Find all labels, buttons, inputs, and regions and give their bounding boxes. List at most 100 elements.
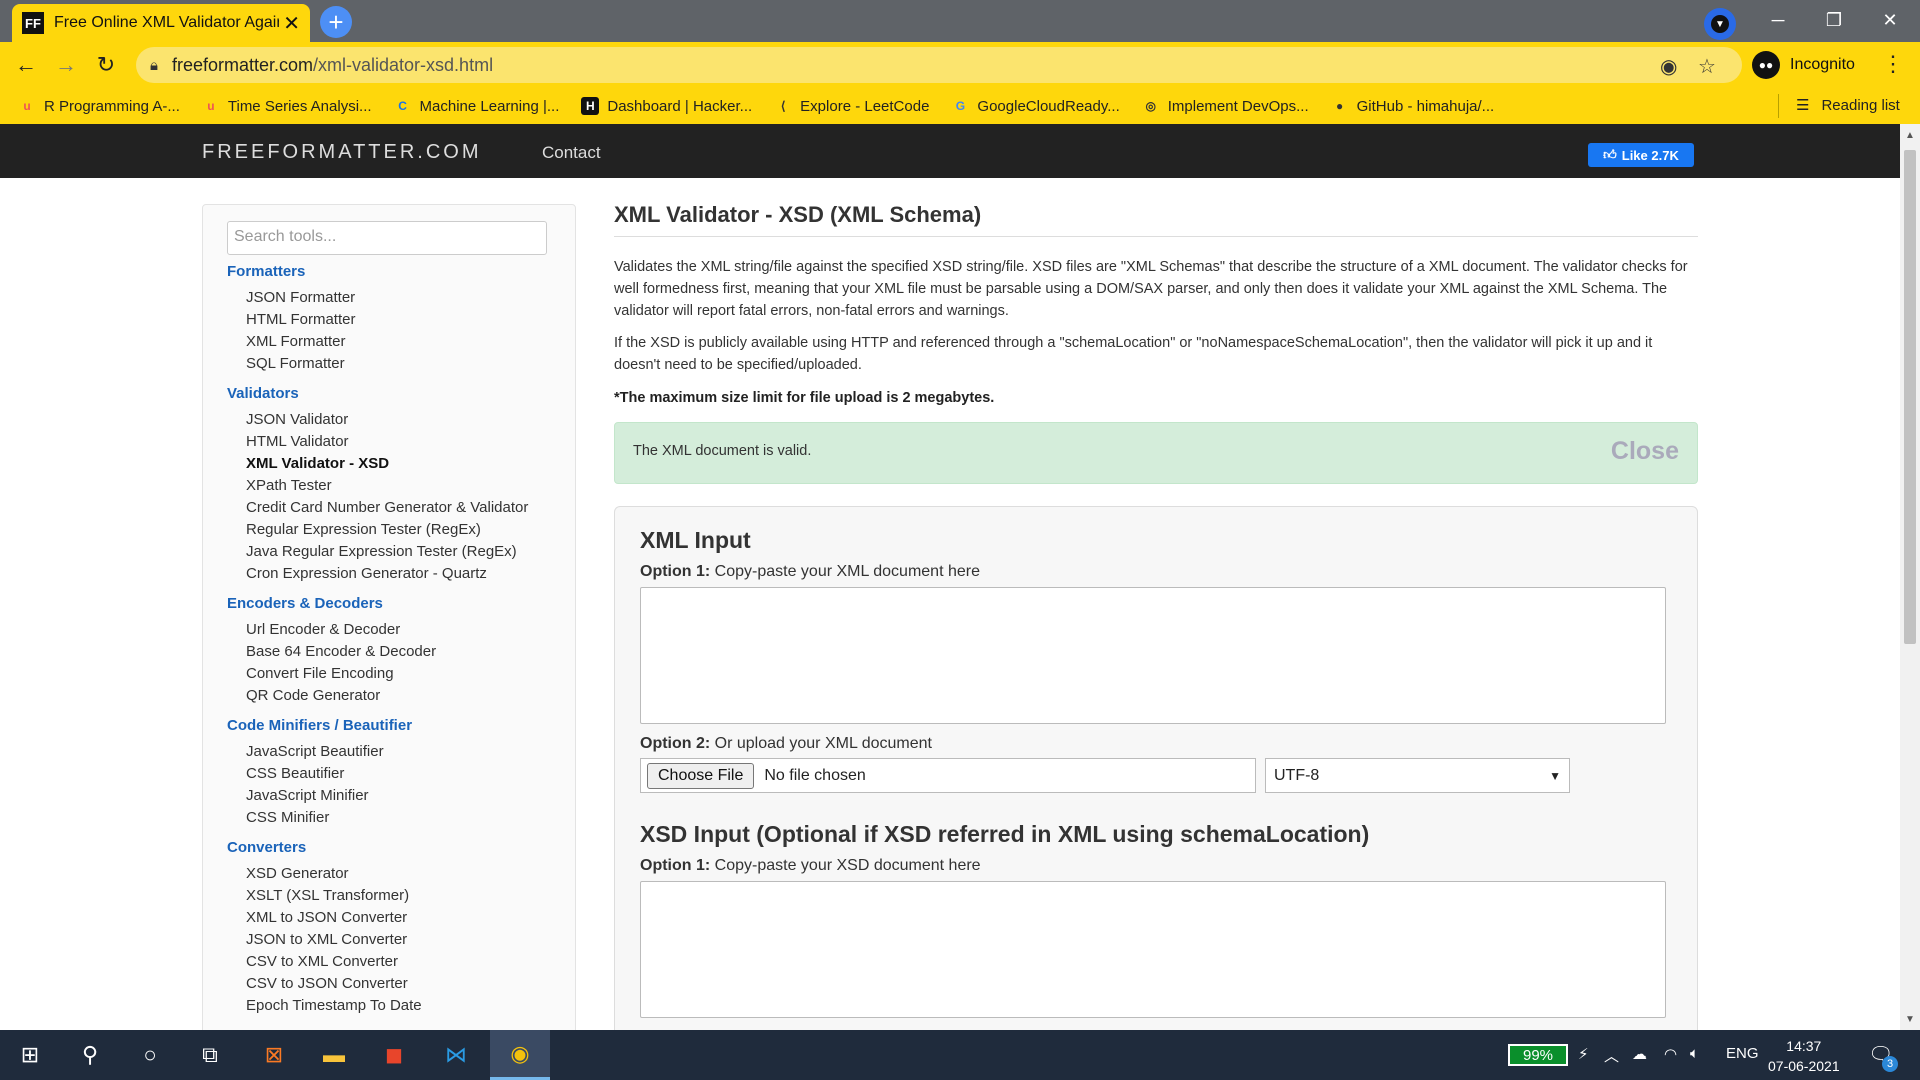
bookmark-item[interactable]: u Time Series Analysi...	[202, 97, 371, 115]
sidebar-item-link[interactable]: CSV to JSON Converter	[227, 973, 422, 995]
incognito-profile[interactable]: ●● Incognito	[1752, 47, 1855, 83]
tools-sidebar: Search tools... Formatters JSON Formatter…	[202, 204, 576, 1030]
notification-center-icon[interactable]: 🗨︎ 3	[1868, 1042, 1898, 1072]
sidebar-group-heading[interactable]: Formatters	[227, 263, 355, 283]
bookmark-item[interactable]: ⟨ Explore - LeetCode	[774, 97, 930, 115]
language-indicator[interactable]: ENG	[1726, 1045, 1759, 1062]
minimize-button[interactable]: ─	[1750, 0, 1806, 40]
xampp-app-icon[interactable]: ⊠	[244, 1030, 304, 1080]
sidebar-item-link[interactable]: Base 64 Encoder & Decoder	[227, 641, 436, 663]
lock-icon[interactable]: 🔒︎	[150, 57, 158, 74]
address-bar[interactable]: 🔒︎ freeformatter.com/xml-validator-xsd.h…	[136, 47, 1742, 83]
xml-input-textarea[interactable]	[640, 587, 1666, 724]
bookmark-label: R Programming A-...	[44, 97, 180, 115]
browser-toolbar: ← → ↻ 🔒︎ freeformatter.com/xml-validator…	[0, 42, 1920, 88]
sidebar-item-link[interactable]: XSD Generator	[227, 863, 422, 885]
sidebar-item-link[interactable]: HTML Formatter	[227, 309, 355, 331]
start-windows-icon[interactable]: ⊞	[0, 1030, 60, 1080]
file-explorer-icon[interactable]: ▬	[304, 1030, 364, 1080]
xsd-input-textarea[interactable]	[640, 881, 1666, 1018]
sidebar-item-link[interactable]: JSON to XML Converter	[227, 929, 422, 951]
vscode-icon[interactable]: ⋈	[426, 1030, 486, 1080]
choose-file-button[interactable]: Choose File	[647, 762, 755, 789]
url-text[interactable]: freeformatter.com/xml-validator-xsd.html	[172, 55, 493, 76]
bookmark-item[interactable]: ● GitHub - himahuja/...	[1331, 97, 1494, 115]
bookmark-item[interactable]: u R Programming A-...	[18, 97, 180, 115]
forward-arrow-icon[interactable]: →	[52, 51, 80, 79]
sidebar-item-link[interactable]: Cron Expression Generator - Quartz	[227, 563, 528, 585]
cortana-icon[interactable]: ○	[120, 1030, 180, 1080]
xml-file-upload: Choose File No file chosen	[640, 758, 1256, 793]
sidebar-item-link[interactable]: Epoch Timestamp To Date	[227, 995, 422, 1017]
restore-button[interactable]: ❐	[1806, 0, 1862, 40]
sidebar-item-link[interactable]: Url Encoder & Decoder	[227, 619, 436, 641]
search-tools-input[interactable]: Search tools...	[227, 221, 547, 255]
site-logo[interactable]: FREEFORMATTER.COM	[202, 141, 482, 164]
sidebar-item-link[interactable]: Regular Expression Tester (RegEx)	[227, 519, 528, 541]
bookmark-label: Dashboard | Hacker...	[607, 97, 753, 115]
tab-close-icon[interactable]: ✕	[283, 11, 300, 36]
sidebar-item-link[interactable]: Convert File Encoding	[227, 663, 436, 685]
window-close-button[interactable]: ✕	[1862, 0, 1918, 40]
sidebar-group-heading[interactable]: Encoders & Decoders	[227, 595, 436, 615]
sidebar-item-link[interactable]: HTML Validator	[227, 431, 528, 453]
page-scrollbar[interactable]: ▲ ▼	[1900, 124, 1920, 1030]
sidebar-item-link[interactable]: XSLT (XSL Transformer)	[227, 885, 422, 907]
scroll-up-icon[interactable]: ▲	[1905, 130, 1915, 141]
scroll-down-icon[interactable]: ▼	[1905, 1014, 1915, 1025]
battery-indicator[interactable]: 99%	[1508, 1044, 1568, 1066]
office-app-icon[interactable]: ◼	[364, 1030, 424, 1080]
sidebar-item-link[interactable]: CSS Minifier	[227, 807, 412, 829]
bookmark-item[interactable]: G GoogleCloudReady...	[951, 97, 1120, 115]
reading-list-button[interactable]: ☰ Reading list	[1796, 96, 1900, 115]
bookmark-favicon-icon: u	[23, 99, 31, 113]
alert-close-button[interactable]: Close	[1611, 437, 1679, 466]
volume-icon[interactable]: 🔈︎	[1690, 1045, 1699, 1062]
sidebar-item-link[interactable]: CSS Beautifier	[227, 763, 412, 785]
sidebar-item-link[interactable]: XPath Tester	[227, 475, 528, 497]
notification-count: 3	[1882, 1056, 1898, 1072]
search-icon[interactable]: ⚲	[60, 1030, 120, 1080]
sidebar-item-link[interactable]: Credit Card Number Generator & Validator	[227, 497, 528, 519]
chrome-taskbar-icon[interactable]: ◉	[490, 1030, 550, 1080]
sidebar-item-link[interactable]: CSV to XML Converter	[227, 951, 422, 973]
sidebar-item-link[interactable]: JSON Formatter	[227, 287, 355, 309]
scrollbar-thumb[interactable]	[1904, 150, 1916, 644]
power-plug-icon[interactable]: ⚡︎	[1578, 1045, 1589, 1063]
back-arrow-icon[interactable]: ←	[12, 51, 40, 79]
chevron-up-icon[interactable]: ︿	[1604, 1045, 1619, 1066]
sidebar-group-heading[interactable]: Code Minifiers / Beautifier	[227, 717, 412, 737]
alert-message: The XML document is valid.	[633, 443, 812, 459]
sidebar-item-link[interactable]: XML to JSON Converter	[227, 907, 422, 929]
sidebar-item-link[interactable]: JavaScript Beautifier	[227, 741, 412, 763]
bookmark-star-icon[interactable]: ☆	[1698, 54, 1716, 79]
bookmark-label: Implement DevOps...	[1167, 97, 1309, 115]
sidebar-item-link[interactable]: Java Regular Expression Tester (RegEx)	[227, 541, 528, 563]
bookmark-item[interactable]: C Machine Learning |...	[394, 97, 559, 115]
sidebar-item-link[interactable]: SQL Formatter	[227, 353, 355, 375]
facebook-like-button[interactable]: 👍︎ Like 2.7K	[1588, 143, 1694, 167]
sidebar-item-link[interactable]: QR Code Generator	[227, 685, 436, 707]
sidebar-item-link[interactable]: XML Validator - XSD	[227, 453, 528, 475]
sidebar-item-link[interactable]: JSON Validator	[227, 409, 528, 431]
browser-menu-icon[interactable]: ⋮	[1882, 51, 1904, 77]
encoding-select[interactable]: UTF-8 ▼	[1265, 758, 1570, 793]
tracking-blocked-eye-icon[interactable]: ◉	[1660, 54, 1677, 79]
system-clock[interactable]: 14:37 07-06-2021	[1768, 1036, 1840, 1076]
sidebar-item-link[interactable]: XML Formatter	[227, 331, 355, 353]
downloads-icon[interactable]: ▼	[1704, 8, 1736, 40]
bookmark-item[interactable]: H Dashboard | Hacker...	[581, 97, 752, 115]
sidebar-item-link[interactable]: JavaScript Minifier	[227, 785, 412, 807]
sidebar-group: Converters XSD Generator XSLT (XSL Transfo…	[227, 839, 422, 1017]
wifi-icon[interactable]: ◠	[1664, 1045, 1677, 1063]
sidebar-group-heading[interactable]: Converters	[227, 839, 422, 859]
nav-contact-link[interactable]: Contact	[542, 143, 601, 163]
task-view-icon[interactable]: ⧉	[180, 1030, 240, 1080]
onedrive-cloud-icon[interactable]: ☁︎	[1632, 1045, 1647, 1063]
bookmark-item[interactable]: ◎ Implement DevOps...	[1142, 97, 1309, 115]
sidebar-group-heading[interactable]: Validators	[227, 385, 528, 405]
bookmark-label: Explore - LeetCode	[800, 97, 930, 115]
new-tab-button[interactable]: +	[320, 6, 352, 38]
browser-tab-active[interactable]: FF Free Online XML Validator Against ✕	[12, 4, 310, 42]
reload-icon[interactable]: ↻	[92, 51, 120, 79]
